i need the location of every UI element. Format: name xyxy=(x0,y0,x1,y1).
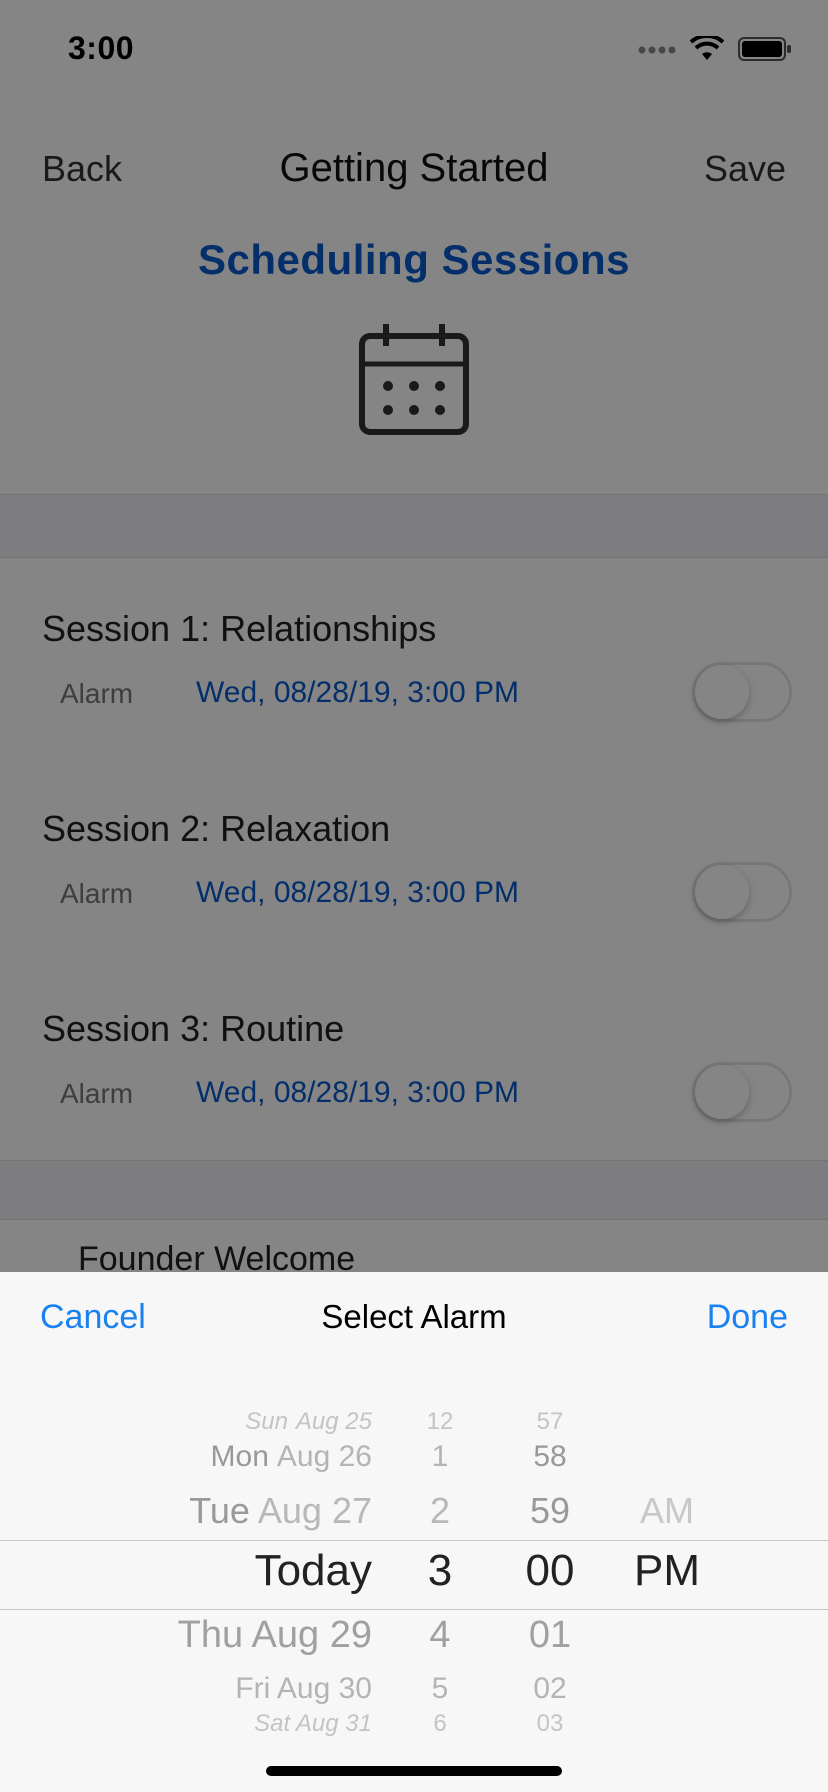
picker-title: Select Alarm xyxy=(321,1298,507,1335)
picker-row: Sat Aug 31 6 03 xyxy=(0,1710,828,1740)
date-cell[interactable]: Sat Aug 31 xyxy=(254,1710,372,1738)
picker-row: Thu Aug 29 4 01 xyxy=(0,1614,828,1670)
date-cell[interactable]: Mon Aug 26 xyxy=(211,1440,372,1474)
minute-cell[interactable]: 58 xyxy=(510,1440,590,1474)
alarm-picker-sheet: Cancel Select Alarm Done Sun Aug 25 12 57… xyxy=(0,1272,828,1792)
hour-cell[interactable]: 12 xyxy=(410,1408,470,1436)
picker-row: Sun Aug 25 12 57 xyxy=(0,1408,828,1442)
date-month-day: Aug 26 xyxy=(276,1440,372,1473)
date-month-day: Aug 25 xyxy=(295,1408,372,1435)
ampm-cell-selected[interactable]: PM xyxy=(622,1546,712,1596)
picker-selected-row: Today 3 00 PM xyxy=(0,1546,828,1606)
date-month-day: Aug 27 xyxy=(257,1490,372,1531)
ampm-cell[interactable]: AM xyxy=(622,1490,712,1532)
hour-cell[interactable]: 5 xyxy=(410,1672,470,1706)
picker-toolbar: Cancel Select Alarm Done xyxy=(0,1272,828,1362)
hour-cell[interactable]: 1 xyxy=(410,1440,470,1474)
date-cell[interactable]: Fri Aug 30 xyxy=(235,1672,372,1706)
modal-dim-overlay[interactable] xyxy=(0,0,828,1272)
minute-cell[interactable]: 59 xyxy=(510,1490,590,1532)
date-day: Mon xyxy=(210,1440,269,1473)
selection-indicator-bottom xyxy=(0,1609,828,1610)
date-cell[interactable]: Sun Aug 25 xyxy=(245,1408,372,1436)
hour-cell[interactable]: 4 xyxy=(410,1614,470,1657)
minute-cell[interactable]: 02 xyxy=(510,1672,590,1706)
done-button[interactable]: Done xyxy=(707,1298,788,1337)
date-day: Tue xyxy=(189,1490,250,1531)
minute-cell[interactable]: 03 xyxy=(510,1710,590,1738)
date-cell[interactable]: Thu Aug 29 xyxy=(178,1614,372,1657)
home-indicator[interactable] xyxy=(266,1766,562,1776)
date-time-picker[interactable]: Sun Aug 25 12 57 Mon Aug 26 1 58 Tue Aug 27… xyxy=(0,1380,828,1740)
hour-cell[interactable]: 2 xyxy=(410,1490,470,1532)
minute-cell[interactable]: 01 xyxy=(510,1614,590,1657)
selection-indicator-top xyxy=(0,1540,828,1541)
hour-cell-selected[interactable]: 3 xyxy=(410,1546,470,1596)
date-cell[interactable]: Tue Aug 27 xyxy=(189,1490,372,1532)
date-day: Sun xyxy=(245,1408,288,1435)
picker-row: Tue Aug 27 2 59 AM xyxy=(0,1490,828,1546)
picker-row: Mon Aug 26 1 58 xyxy=(0,1440,828,1496)
date-cell-selected[interactable]: Today xyxy=(255,1546,372,1596)
minute-cell[interactable]: 57 xyxy=(510,1408,590,1436)
minute-cell-selected[interactable]: 00 xyxy=(510,1546,590,1596)
hour-cell[interactable]: 6 xyxy=(410,1710,470,1738)
